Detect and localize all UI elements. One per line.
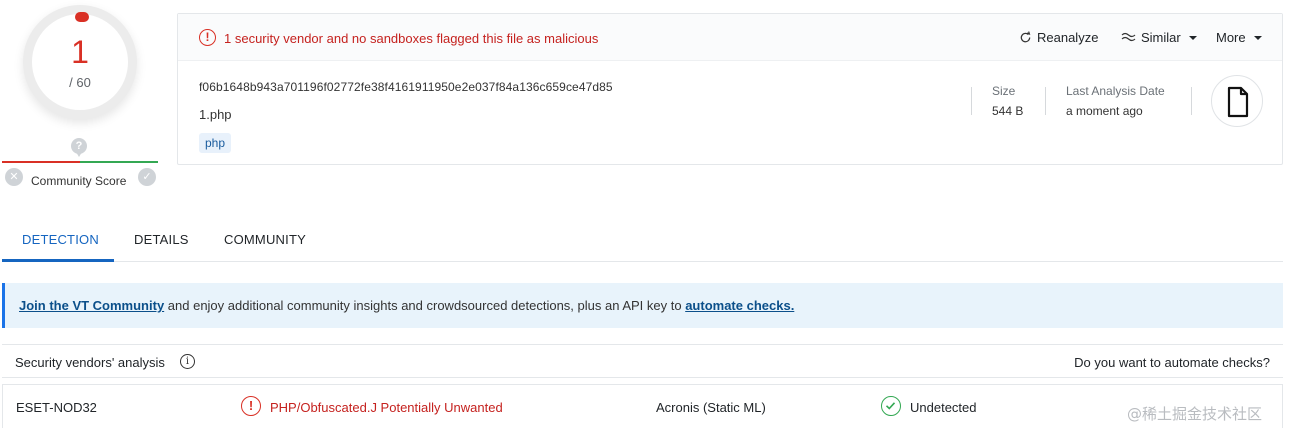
file-type-badge — [1211, 75, 1263, 127]
summary-header: ! 1 security vendor and no sandboxes fla… — [178, 14, 1282, 61]
similar-dropdown[interactable]: Similar — [1121, 30, 1197, 45]
tab-details[interactable]: DETAILS — [134, 232, 189, 247]
tab-detection[interactable]: DETECTION — [22, 232, 99, 247]
community-banner-text: Join the VT Community and enjoy addition… — [19, 298, 794, 313]
similar-icon — [1121, 32, 1136, 41]
info-icon[interactable]: i — [180, 354, 195, 369]
file-icon — [1227, 86, 1249, 118]
divider — [1045, 87, 1046, 115]
divider — [971, 87, 972, 115]
alert-circle-icon: ! — [241, 396, 261, 416]
divider — [1191, 87, 1192, 115]
refresh-icon — [1020, 31, 1031, 43]
detection-result-undetected: Undetected — [910, 400, 977, 415]
file-hash[interactable]: f06b1648b943a701196f02772fe38f4161911950… — [199, 80, 613, 94]
file-summary-card: ! 1 security vendor and no sandboxes fla… — [177, 13, 1283, 165]
tab-community[interactable]: COMMUNITY — [224, 232, 306, 247]
table-row: ESET-NOD32 ! PHP/Obfuscated.J Potentiall… — [2, 384, 1283, 428]
reanalyze-label: Reanalyze — [1037, 30, 1099, 45]
last-analysis-date-value: a moment ago — [1066, 104, 1143, 118]
vendor-name: ESET-NOD32 — [16, 400, 97, 415]
score-gauge-indicator — [75, 12, 89, 22]
detection-result-malicious: PHP/Obfuscated.J Potentially Unwanted — [270, 400, 503, 415]
active-tab-indicator — [2, 259, 114, 262]
report-tabs: DETECTION DETAILS COMMUNITY — [2, 222, 1283, 262]
more-label: More — [1216, 30, 1246, 45]
detection-score-widget: 1 / 60 ? ✕ Community Score ✓ — [0, 0, 160, 200]
vote-harmless-check-icon[interactable]: ✓ — [138, 168, 156, 186]
last-analysis-date-label: Last Analysis Date — [1066, 84, 1165, 98]
more-dropdown[interactable]: More — [1216, 30, 1262, 45]
chevron-down-icon — [1188, 35, 1197, 40]
detection-total: / 60 — [69, 75, 91, 90]
banner-body-text: and enjoy additional community insights … — [164, 298, 686, 313]
community-score-marker-icon: ? — [71, 138, 87, 157]
vendors-analysis-title: Security vendors' analysis — [15, 355, 165, 370]
community-score-label: Community Score — [31, 174, 127, 188]
detection-count: 1 — [71, 34, 89, 70]
community-score-bar — [2, 161, 158, 163]
detection-alert-text: 1 security vendor and no sandboxes flagg… — [224, 31, 599, 46]
site-watermark: @稀土掘金技术社区 — [1127, 405, 1263, 423]
chevron-down-icon — [1253, 35, 1262, 40]
file-name: 1.php — [199, 107, 232, 122]
vendors-analysis-header: Security vendors' analysis i Do you want… — [2, 344, 1283, 378]
automate-checks-prompt[interactable]: Do you want to automate checks? — [1074, 355, 1270, 370]
alert-circle-icon: ! — [199, 29, 216, 46]
check-circle-icon — [881, 396, 901, 416]
size-value: 544 B — [992, 104, 1024, 118]
size-label: Size — [992, 84, 1016, 98]
vendor-name: Acronis (Static ML) — [656, 400, 766, 415]
similar-label: Similar — [1141, 30, 1181, 45]
join-community-link[interactable]: Join the VT Community — [19, 298, 164, 313]
automate-checks-link[interactable]: automate checks. — [685, 298, 794, 313]
file-type-tag[interactable]: php — [199, 133, 232, 153]
community-banner: Join the VT Community and enjoy addition… — [2, 283, 1283, 328]
reanalyze-button[interactable]: Reanalyze — [1019, 30, 1098, 45]
vote-malicious-close-icon[interactable]: ✕ — [5, 168, 23, 186]
